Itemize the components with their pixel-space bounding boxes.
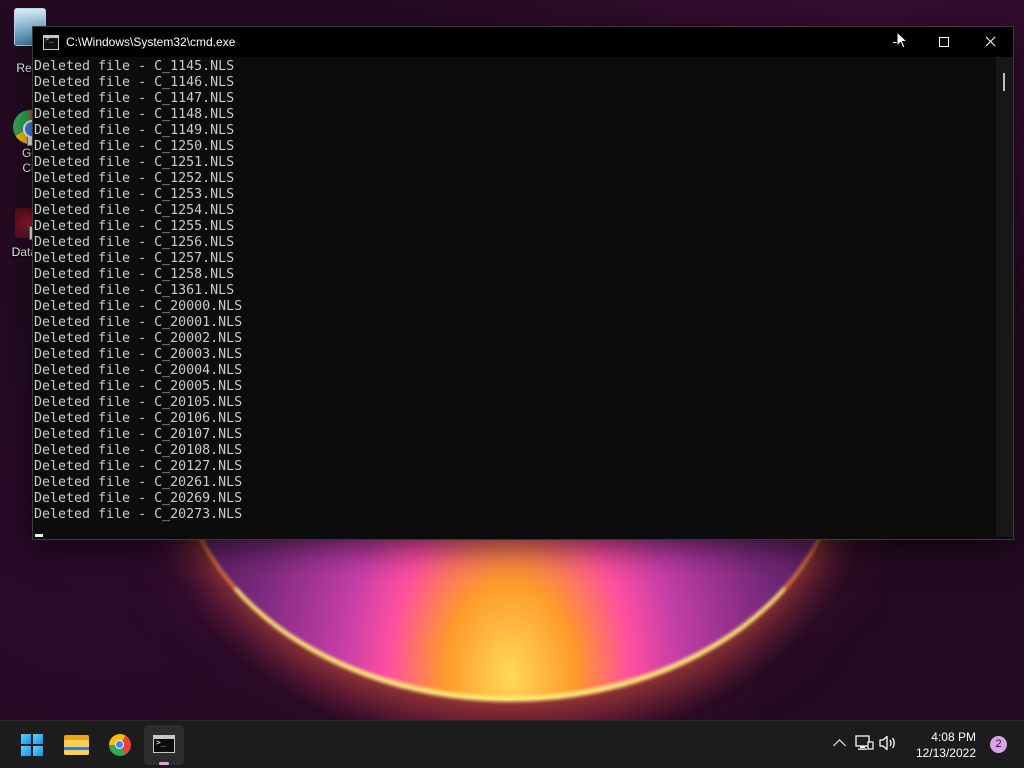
console-line: Deleted file - C_20261.NLS [34, 475, 243, 490]
console-line: Deleted file - C_1252.NLS [34, 171, 235, 186]
console-line: Deleted file - C_20269.NLS [34, 491, 243, 506]
console-line: Deleted file - C_1148.NLS [34, 107, 235, 122]
cmd-window[interactable]: C:\Windows\System32\cmd.exe Deleted file… [32, 26, 1014, 540]
console-line: Deleted file - C_1253.NLS [34, 187, 235, 202]
console-line: Deleted file - C_20000.NLS [34, 299, 243, 314]
scrollbar[interactable] [996, 57, 1013, 537]
console-line: Deleted file - C_20105.NLS [34, 395, 243, 410]
notification-badge[interactable]: 2 [990, 736, 1007, 753]
console-line: Deleted file - C_1255.NLS [34, 219, 235, 234]
chrome-icon [109, 734, 131, 756]
scrollbar-thumb[interactable] [1003, 73, 1005, 91]
console-line: Deleted file - C_20005.NLS [34, 379, 243, 394]
console-line: Deleted file - C_1250.NLS [34, 139, 235, 154]
running-indicator [159, 762, 169, 765]
console-line: Deleted file - C_1146.NLS [34, 75, 235, 90]
console-line: Deleted file - C_20001.NLS [34, 315, 243, 330]
console-line: Deleted file - C_20002.NLS [34, 331, 243, 346]
console-line: Deleted file - C_1361.NLS [34, 283, 235, 298]
system-tray: 4:08 PM 12/13/2022 2 [824, 721, 1024, 768]
console-line: Deleted file - C_1147.NLS [34, 91, 235, 106]
volume-icon [879, 735, 895, 751]
folder-icon [64, 735, 89, 755]
console-line: Deleted file - C_20108.NLS [34, 443, 243, 458]
taskbar: 4:08 PM 12/13/2022 2 [0, 720, 1024, 768]
console-line: Deleted file - C_1149.NLS [34, 123, 235, 138]
show-hidden-icons-button[interactable] [828, 733, 852, 757]
network-button[interactable] [854, 733, 878, 757]
console-line: Deleted file - C_1145.NLS [34, 59, 235, 74]
volume-button[interactable] [878, 733, 902, 757]
taskbar-chrome[interactable] [100, 725, 140, 765]
title-bar[interactable]: C:\Windows\System32\cmd.exe [33, 27, 1013, 57]
console-line: Deleted file - C_1254.NLS [34, 203, 235, 218]
console-line: Deleted file - C_20004.NLS [34, 363, 243, 378]
network-icon [855, 735, 874, 750]
console-line: Deleted file - C_1257.NLS [34, 251, 235, 266]
windows-start-icon [21, 734, 43, 756]
clock-date: 12/13/2022 [915, 746, 976, 760]
mouse-pointer-icon [896, 30, 909, 53]
console-line: Deleted file - C_20107.NLS [34, 427, 243, 442]
console-line: Deleted file - C_20127.NLS [34, 459, 243, 474]
console-line: Deleted file - C_1258.NLS [34, 267, 235, 282]
text-cursor [35, 534, 43, 537]
console-line: Deleted file - C_20106.NLS [34, 411, 243, 426]
chevron-up-icon [833, 739, 846, 752]
taskbar-command-prompt[interactable] [144, 725, 184, 765]
console-line: Deleted file - C_20003.NLS [34, 347, 243, 362]
maximize-button[interactable] [921, 27, 967, 57]
taskbar-file-explorer[interactable] [56, 725, 96, 765]
clock-time: 4:08 PM [931, 730, 976, 744]
console-output[interactable]: Deleted file - C_1145.NLS Deleted file - … [33, 57, 996, 539]
clock[interactable]: 4:08 PM 12/13/2022 [906, 729, 976, 761]
window-title: C:\Windows\System32\cmd.exe [66, 35, 236, 49]
console-line: Deleted file - C_1256.NLS [34, 235, 235, 250]
console-line: Deleted file - C_20273.NLS [34, 507, 243, 522]
cmd-icon [153, 735, 175, 753]
close-button[interactable] [967, 27, 1013, 57]
console-line: Deleted file - C_1251.NLS [34, 155, 235, 170]
cmd-icon [43, 34, 59, 50]
start-button[interactable] [12, 725, 52, 765]
